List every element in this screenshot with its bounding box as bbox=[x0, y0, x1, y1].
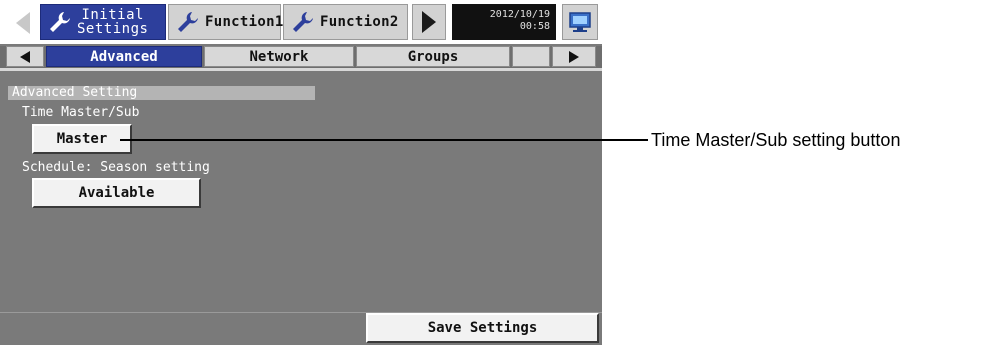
time-master-button[interactable]: Master bbox=[32, 124, 132, 154]
time-text: 00:58 bbox=[519, 21, 550, 32]
callout-line bbox=[120, 139, 648, 141]
sub-tab-bar: Advanced Network Groups bbox=[0, 46, 602, 68]
triangle-left-icon bbox=[20, 50, 30, 63]
tab-underline bbox=[0, 68, 602, 71]
subtab-label: Advanced bbox=[90, 48, 158, 65]
triangle-right-icon bbox=[422, 11, 436, 33]
subtab-label: Groups bbox=[407, 48, 459, 65]
wrench-icon bbox=[178, 12, 198, 32]
date-text: 2012/10/19 bbox=[489, 9, 550, 20]
subtab-label: Network bbox=[249, 48, 309, 65]
callout-label: Time Master/Sub setting button bbox=[651, 130, 901, 150]
button-label: Available bbox=[78, 185, 155, 201]
next-page-button[interactable] bbox=[412, 4, 446, 40]
subtab-empty[interactable] bbox=[512, 46, 550, 67]
subtab-network[interactable]: Network bbox=[204, 46, 354, 67]
top-bar: Initial Settings Function1 Function2 201… bbox=[0, 0, 602, 44]
button-label: Save Settings bbox=[427, 320, 538, 336]
tab-initial-settings[interactable]: Initial Settings bbox=[40, 4, 166, 40]
triangle-left-icon bbox=[16, 12, 30, 34]
tab-function2[interactable]: Function2 bbox=[283, 4, 408, 40]
save-settings-button[interactable]: Save Settings bbox=[366, 313, 599, 343]
monitor-button[interactable] bbox=[562, 4, 598, 40]
button-label: Master bbox=[56, 131, 108, 147]
season-setting-button[interactable]: Available bbox=[32, 178, 201, 208]
tab-label: Function2 bbox=[320, 14, 399, 30]
season-setting-label: Schedule: Season setting bbox=[22, 160, 210, 175]
subtab-advanced[interactable]: Advanced bbox=[46, 46, 202, 67]
wrench-icon bbox=[293, 12, 313, 32]
monitor-icon bbox=[569, 12, 591, 32]
tab-label: Function1 bbox=[205, 14, 284, 30]
date-time-display: 2012/10/19 00:58 bbox=[452, 4, 556, 40]
prev-page-button[interactable] bbox=[8, 5, 38, 41]
section-header: Advanced Setting bbox=[8, 86, 315, 100]
triangle-right-icon bbox=[569, 50, 579, 63]
time-master-label: Time Master/Sub bbox=[22, 105, 140, 120]
controller-screen: Initial Settings Function1 Function2 201… bbox=[0, 0, 602, 345]
subtab-next-button[interactable] bbox=[552, 46, 596, 67]
tab-label: Initial Settings bbox=[77, 7, 149, 37]
wrench-icon bbox=[50, 12, 70, 32]
subtab-groups[interactable]: Groups bbox=[356, 46, 510, 67]
subtab-prev-button[interactable] bbox=[6, 46, 44, 67]
tab-function1[interactable]: Function1 bbox=[168, 4, 284, 40]
